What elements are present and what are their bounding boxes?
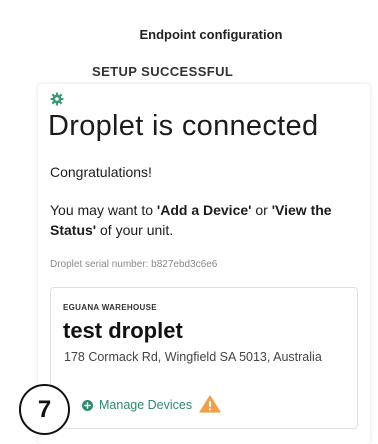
serial-number: Droplet serial number: b827ebd3c6e6	[50, 259, 218, 270]
next-steps-hint: You may want to 'Add a Device' or 'View …	[50, 200, 350, 240]
warning-icon[interactable]	[199, 395, 221, 413]
connection-heading: Droplet is connected	[48, 110, 319, 142]
manage-devices-button[interactable]: Manage Devices	[82, 396, 192, 414]
site-name: EGUANA WAREHOUSE	[63, 303, 157, 312]
manage-devices-label: Manage Devices	[99, 398, 193, 412]
device-name: test droplet	[63, 318, 183, 343]
congratulations-text: Congratulations!	[50, 164, 152, 180]
add-device-link-text: 'Add a Device'	[156, 202, 252, 218]
step-number-badge: 7	[19, 384, 70, 435]
hint-middle: or	[251, 202, 272, 218]
hint-suffix: of your unit.	[96, 222, 174, 238]
device-address: 178 Cormack Rd, Wingfield SA 5013, Austr…	[64, 350, 322, 364]
gear-icon	[50, 92, 64, 106]
page-title: Endpoint configuration	[139, 27, 283, 42]
hint-prefix: You may want to	[50, 202, 157, 218]
setup-status-label: SETUP SUCCESSFUL	[92, 64, 234, 79]
plus-circle-icon	[82, 399, 93, 411]
